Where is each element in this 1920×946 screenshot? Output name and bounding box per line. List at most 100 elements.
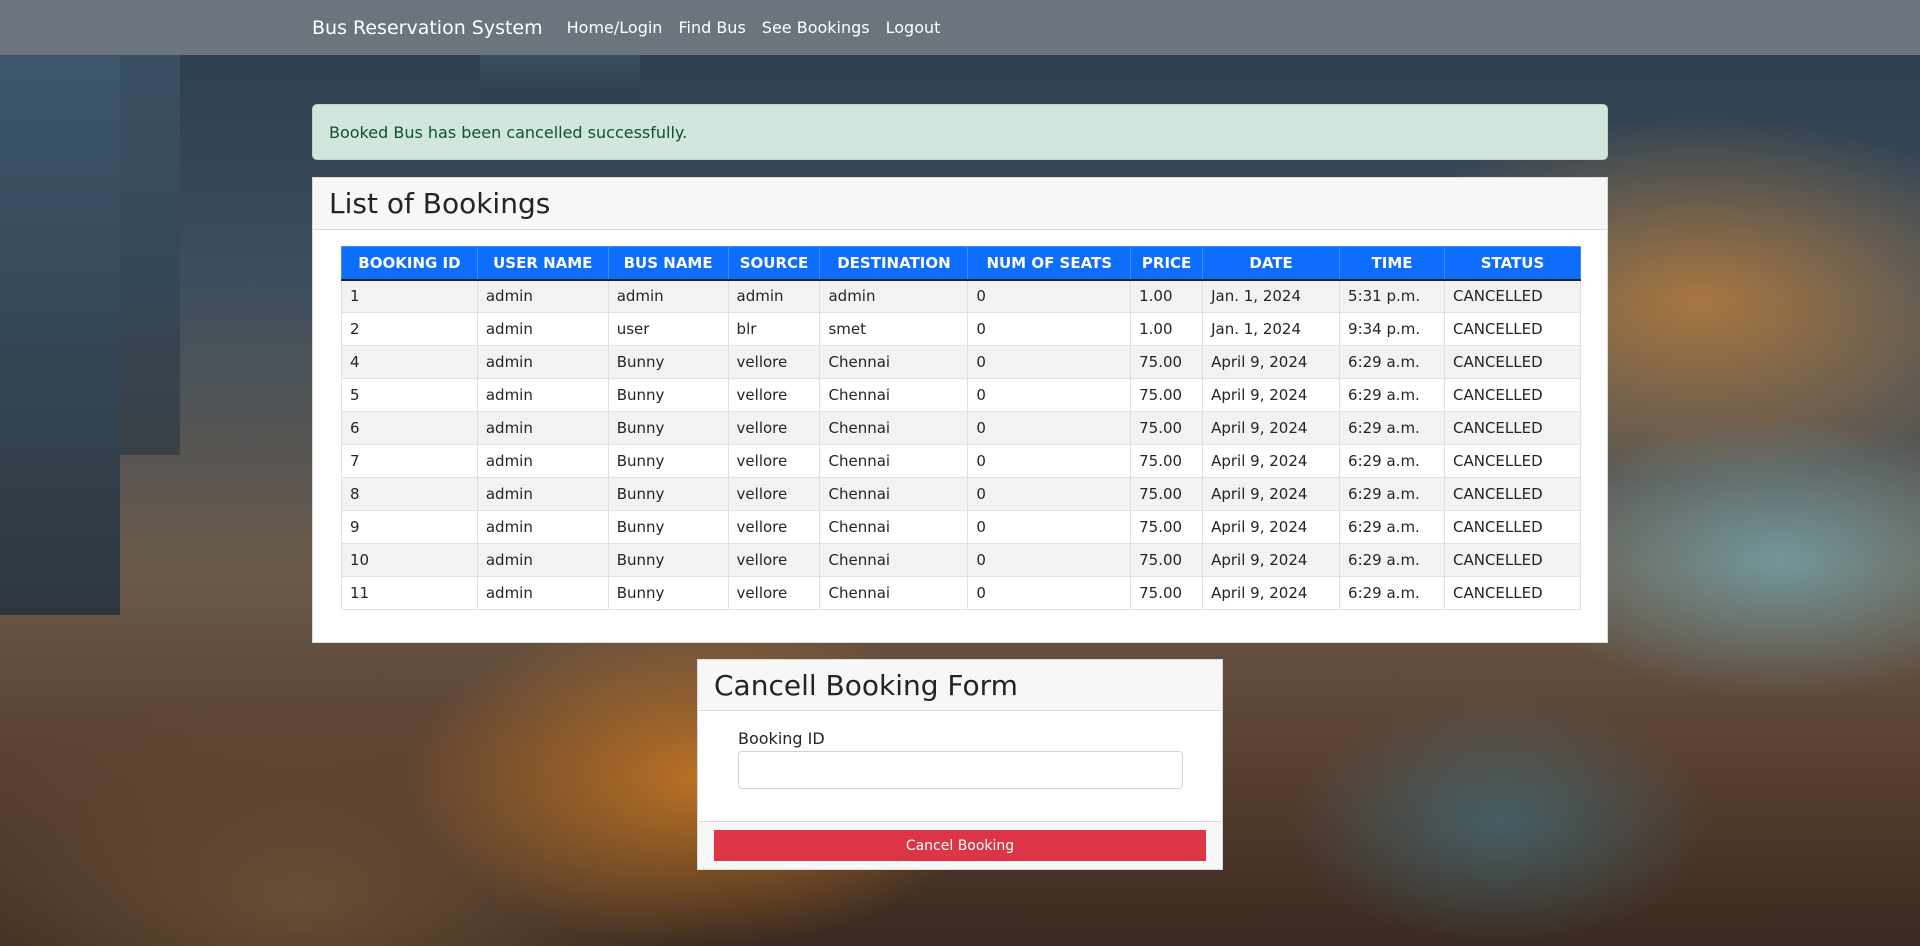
- background-image: [0, 55, 120, 615]
- table-cell: 4: [341, 345, 478, 379]
- cancel-booking-button[interactable]: Cancel Booking: [714, 830, 1206, 861]
- table-cell: admin: [476, 279, 609, 313]
- table-cell: blr: [727, 312, 821, 346]
- table-row: 6 admin Bunny vellore Chennai 0 75.00 April 9, …: [341, 411, 1582, 445]
- table-cell: 0: [967, 411, 1132, 445]
- table-cell: April 9, 2024: [1202, 345, 1341, 379]
- table-cell: Bunny: [607, 411, 729, 445]
- booking-id-input[interactable]: [738, 751, 1183, 789]
- table-cell: Chennai: [819, 345, 969, 379]
- table-cell: 0: [967, 345, 1132, 379]
- table-cell: 0: [967, 444, 1132, 478]
- table-cell: 2: [341, 312, 478, 346]
- table-cell: 75.00: [1130, 510, 1204, 544]
- nav-see-bookings[interactable]: See Bookings: [762, 18, 870, 37]
- table-cell: 75.00: [1130, 576, 1204, 610]
- table-cell: CANCELLED: [1443, 312, 1582, 346]
- table-cell: admin: [819, 279, 969, 313]
- table-cell: 0: [967, 477, 1132, 511]
- table-cell: admin: [476, 411, 609, 445]
- table-cell: 75.00: [1130, 378, 1204, 412]
- table-cell: 0: [967, 378, 1132, 412]
- table-cell: Chennai: [819, 444, 969, 478]
- alert-message: Booked Bus has been cancelled successful…: [329, 122, 688, 142]
- column-header: BUS NAME: [607, 246, 729, 281]
- table-cell: Chennai: [819, 510, 969, 544]
- table-cell: 0: [967, 576, 1132, 610]
- table-cell: April 9, 2024: [1202, 576, 1341, 610]
- table-cell: 0: [967, 510, 1132, 544]
- table-cell: admin: [476, 378, 609, 412]
- table-cell: Chennai: [819, 576, 969, 610]
- table-row: 1 admin admin admin admin 0 1.00 Jan. 1, 2024 5:…: [341, 279, 1582, 313]
- table-cell: 6:29 a.m.: [1339, 477, 1445, 511]
- table-cell: 9:34 p.m.: [1339, 312, 1445, 346]
- column-header: STATUS: [1443, 246, 1582, 281]
- navbar: Bus Reservation System Home/Login Find B…: [0, 0, 1920, 55]
- table-cell: vellore: [727, 411, 821, 445]
- table-cell: Bunny: [607, 543, 729, 577]
- table-cell: CANCELLED: [1443, 576, 1582, 610]
- bookings-card: List of Bookings BOOKING ID USER NAME BUS …: [312, 177, 1608, 643]
- table-cell: 6: [341, 411, 478, 445]
- table-cell: 6:29 a.m.: [1339, 378, 1445, 412]
- table-cell: user: [607, 312, 729, 346]
- table-header-row: BOOKING ID USER NAME BUS NAME SOURCE DESTINA…: [341, 246, 1582, 281]
- column-header: DESTINATION: [819, 246, 969, 281]
- table-cell: April 9, 2024: [1202, 543, 1341, 577]
- table-cell: 75.00: [1130, 444, 1204, 478]
- table-cell: CANCELLED: [1443, 444, 1582, 478]
- table-cell: 6:29 a.m.: [1339, 576, 1445, 610]
- table-cell: 75.00: [1130, 543, 1204, 577]
- table-cell: Bunny: [607, 576, 729, 610]
- table-cell: CANCELLED: [1443, 543, 1582, 577]
- table-cell: 75.00: [1130, 477, 1204, 511]
- table-row: 9 admin Bunny vellore Chennai 0 75.00 April 9, …: [341, 510, 1582, 544]
- table-cell: vellore: [727, 378, 821, 412]
- table-cell: 0: [967, 312, 1132, 346]
- table-cell: April 9, 2024: [1202, 510, 1341, 544]
- nav-logout[interactable]: Logout: [886, 18, 941, 37]
- table-cell: 1.00: [1130, 312, 1204, 346]
- table-row: 10 admin Bunny vellore Chennai 0 75.00 April 9,…: [341, 543, 1582, 577]
- table-cell: Bunny: [607, 510, 729, 544]
- table-cell: admin: [476, 312, 609, 346]
- table-cell: 7: [341, 444, 478, 478]
- column-header: USER NAME: [476, 246, 609, 281]
- table-cell: 11: [341, 576, 478, 610]
- table-cell: 1: [341, 279, 478, 313]
- nav-find-bus[interactable]: Find Bus: [678, 18, 745, 37]
- table-cell: Jan. 1, 2024: [1202, 279, 1341, 313]
- table-cell: April 9, 2024: [1202, 411, 1341, 445]
- table-cell: 6:29 a.m.: [1339, 345, 1445, 379]
- table-cell: CANCELLED: [1443, 411, 1582, 445]
- table-cell: admin: [727, 279, 821, 313]
- table-cell: admin: [476, 543, 609, 577]
- nav-home-login[interactable]: Home/Login: [567, 18, 663, 37]
- table-cell: admin: [476, 345, 609, 379]
- table-cell: April 9, 2024: [1202, 378, 1341, 412]
- table-cell: vellore: [727, 477, 821, 511]
- background-image: [120, 55, 180, 455]
- table-cell: Bunny: [607, 378, 729, 412]
- table-row: 8 admin Bunny vellore Chennai 0 75.00 April 9, …: [341, 477, 1582, 511]
- table-cell: 9: [341, 510, 478, 544]
- table-cell: CANCELLED: [1443, 345, 1582, 379]
- table-cell: 0: [967, 279, 1132, 313]
- cancel-form-title: Cancell Booking Form: [698, 660, 1222, 711]
- column-header: TIME: [1339, 246, 1445, 281]
- table-cell: Chennai: [819, 477, 969, 511]
- table-cell: vellore: [727, 543, 821, 577]
- table-cell: Bunny: [607, 477, 729, 511]
- table-cell: CANCELLED: [1443, 378, 1582, 412]
- table-cell: CANCELLED: [1443, 510, 1582, 544]
- table-cell: 75.00: [1130, 411, 1204, 445]
- table-cell: 5: [341, 378, 478, 412]
- brand-link[interactable]: Bus Reservation System: [312, 17, 543, 39]
- table-cell: CANCELLED: [1443, 279, 1582, 313]
- column-header: BOOKING ID: [341, 246, 478, 281]
- table-row: 5 admin Bunny vellore Chennai 0 75.00 April 9, …: [341, 378, 1582, 412]
- column-header: DATE: [1202, 246, 1341, 281]
- table-cell: vellore: [727, 444, 821, 478]
- table-cell: 6:29 a.m.: [1339, 444, 1445, 478]
